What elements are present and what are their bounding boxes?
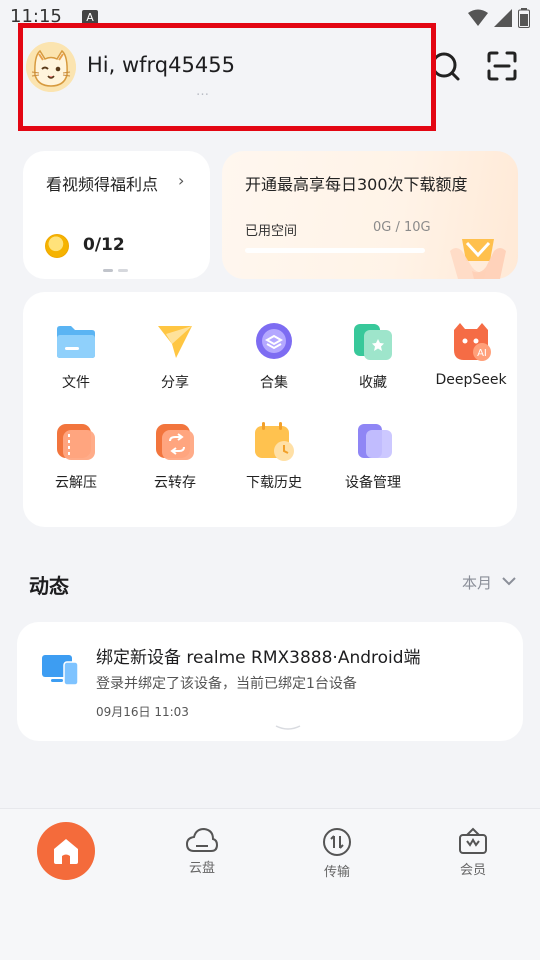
home-icon <box>54 839 78 864</box>
activity-section-title: 动态 <box>29 574 69 598</box>
activity-time: 09月16日 11:03 <box>96 705 189 719</box>
search-icon <box>431 52 460 81</box>
nav-cloud[interactable]: 云盘 <box>172 827 232 876</box>
tool-favorite[interactable]: 收藏 <box>323 320 423 392</box>
tools-grid: 文件 分享 合集 收藏 AI DeepSeek 云解压 云转存 下载历史 设备管… <box>23 292 517 527</box>
chevron-down-icon[interactable] <box>502 576 516 586</box>
transfer-icon <box>154 420 196 462</box>
nav-label: 云盘 <box>188 861 215 876</box>
folder-icon <box>55 320 97 362</box>
tool-device-manage[interactable]: 设备管理 <box>323 420 423 492</box>
tool-label: 合集 <box>260 375 288 391</box>
tool-label: 设备管理 <box>345 475 401 491</box>
tool-download-history[interactable]: 下载历史 <box>224 420 324 492</box>
cat-avatar-icon <box>26 42 76 92</box>
battery-icon <box>518 8 530 28</box>
notification-a-icon: A <box>82 10 98 26</box>
cloud-icon <box>186 827 218 852</box>
share-icon <box>154 320 196 362</box>
welfare-count: 0/12 <box>83 235 125 255</box>
carousel-dots <box>103 269 128 272</box>
deepseek-ai-icon: AI <box>450 320 492 362</box>
space-value: 0G / 10G <box>373 220 431 235</box>
favorite-icon <box>352 320 394 362</box>
scan-button[interactable] <box>486 50 518 82</box>
tool-file[interactable]: 文件 <box>26 320 126 392</box>
header-sub-hint: … <box>196 84 210 99</box>
activity-title: 绑定新设备 realme RMX3888·Android端 <box>96 648 421 668</box>
tool-label: 下载历史 <box>246 475 302 491</box>
chevron-right-icon: › <box>178 171 185 190</box>
collection-icon <box>253 320 295 362</box>
activity-card[interactable]: 绑定新设备 realme RMX3888·Android端 登录并绑定了该设备，… <box>17 622 523 741</box>
nav-label: 会员 <box>459 863 486 878</box>
avatar[interactable] <box>26 42 76 92</box>
welfare-card[interactable]: 看视频得福利点 › 0/12 <box>23 151 210 279</box>
device-icon <box>42 655 79 686</box>
wifi-icon <box>468 9 488 26</box>
space-label: 已用空间 <box>245 224 298 239</box>
tool-share[interactable]: 分享 <box>125 320 225 392</box>
greeting-text[interactable]: Hi, wfrq45455 <box>87 53 235 77</box>
tool-label: 云转存 <box>154 475 196 491</box>
tool-deepseek[interactable]: AI DeepSeek <box>421 320 521 388</box>
svg-text:AI: AI <box>477 348 487 359</box>
tool-unzip[interactable]: 云解压 <box>26 420 126 492</box>
space-progress-bar <box>245 248 425 253</box>
bottom-nav: 云盘 传输 会员 <box>0 808 540 960</box>
coin-icon <box>45 234 69 258</box>
tool-collection[interactable]: 合集 <box>224 320 324 392</box>
status-icons <box>468 8 530 28</box>
unzip-icon <box>55 420 97 462</box>
nav-transfer[interactable]: 传输 <box>307 827 367 880</box>
tool-label: 收藏 <box>359 375 387 391</box>
nav-member[interactable]: 会员 <box>443 827 503 878</box>
nav-label: 传输 <box>323 865 350 880</box>
scan-icon <box>487 51 517 81</box>
vip-card[interactable]: 开通最高享每日300次下载额度 已用空间 0G / 10G <box>222 151 518 279</box>
vip-title: 开通最高享每日300次下载额度 <box>245 175 468 194</box>
device-manage-icon <box>352 420 394 462</box>
search-button[interactable] <box>428 50 462 84</box>
tool-label: DeepSeek <box>435 372 507 388</box>
welfare-title: 看视频得福利点 <box>46 175 159 194</box>
transfer-arrows-icon <box>323 828 351 856</box>
tool-label: 文件 <box>62 375 90 391</box>
tool-label: 云解压 <box>55 475 97 491</box>
expand-chevron-icon[interactable] <box>275 724 301 732</box>
signal-icon <box>494 9 512 27</box>
activity-description: 登录并绑定了该设备，当前已绑定1台设备 <box>96 676 357 692</box>
tool-label: 分享 <box>161 375 189 391</box>
status-time: 11:15 <box>10 6 62 27</box>
member-crown-icon <box>459 827 487 854</box>
gift-hands-icon <box>450 239 506 279</box>
tool-transfer[interactable]: 云转存 <box>125 420 225 492</box>
download-history-icon <box>253 420 295 462</box>
nav-home[interactable] <box>37 822 95 880</box>
month-filter[interactable]: 本月 <box>462 572 492 593</box>
